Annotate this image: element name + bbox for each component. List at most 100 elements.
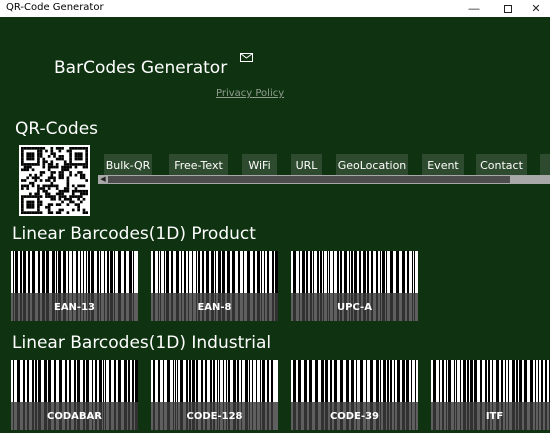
qr-module bbox=[26, 184, 30, 188]
qr-module bbox=[66, 165, 70, 169]
tab-url[interactable]: URL bbox=[291, 154, 322, 176]
qr-module bbox=[74, 157, 78, 161]
qr-module bbox=[63, 197, 67, 201]
window-title: QR-Code Generator bbox=[6, 2, 104, 13]
tab-geolocation[interactable]: GeoLocation bbox=[336, 154, 408, 176]
mail-icon[interactable] bbox=[240, 53, 253, 62]
product-section-title: Linear Barcodes(1D) Product bbox=[12, 224, 256, 244]
barcode-tile-ean-13[interactable]: EAN-13 bbox=[11, 251, 138, 321]
qr-module bbox=[47, 165, 51, 169]
qr-module bbox=[85, 189, 88, 193]
qr-module bbox=[79, 184, 83, 188]
qr-module bbox=[58, 195, 62, 198]
qr-module bbox=[47, 205, 51, 209]
qr-module bbox=[45, 192, 48, 196]
qr-module bbox=[74, 203, 78, 206]
barcode-tile-code-39[interactable]: CODE-39 bbox=[291, 360, 418, 430]
qr-module bbox=[26, 211, 30, 214]
qr-module bbox=[79, 192, 83, 196]
qr-module bbox=[85, 160, 88, 164]
minimize-button[interactable]: — bbox=[459, 0, 489, 17]
qr-module bbox=[42, 157, 46, 161]
qr-module bbox=[42, 189, 46, 193]
barcode-label-band: EAN-8 bbox=[151, 293, 278, 321]
maximize-button[interactable] bbox=[493, 0, 523, 17]
qr-module bbox=[50, 165, 54, 169]
barcode-label: EAN-13 bbox=[53, 301, 95, 313]
qr-module bbox=[66, 189, 70, 193]
close-button[interactable]: ✕ bbox=[521, 0, 550, 17]
barcode-label: ITF bbox=[485, 410, 504, 422]
privacy-policy-link[interactable]: Privacy Policy bbox=[216, 88, 284, 99]
qr-module bbox=[85, 149, 88, 153]
tab-free-text[interactable]: Free-Text bbox=[169, 154, 228, 176]
barcode-tile-code-128[interactable]: CODE-128 bbox=[151, 360, 278, 430]
qr-module bbox=[37, 200, 40, 204]
qr-module bbox=[79, 147, 83, 150]
qr-module bbox=[39, 203, 43, 206]
barcode-label: CODE-39 bbox=[329, 410, 380, 422]
qr-module bbox=[82, 173, 86, 177]
qr-module bbox=[37, 189, 40, 193]
qr-module bbox=[71, 184, 75, 188]
qr-module bbox=[69, 149, 72, 153]
qr-section-title: QR-Codes bbox=[15, 119, 99, 139]
qr-module bbox=[29, 181, 32, 185]
qr-module bbox=[47, 211, 51, 214]
qr-module bbox=[82, 211, 86, 214]
minimize-icon: — bbox=[468, 2, 480, 15]
scroll-left-icon[interactable]: ◀ bbox=[98, 175, 108, 184]
qr-module bbox=[55, 184, 59, 188]
qr-module bbox=[21, 184, 24, 188]
qr-module bbox=[31, 203, 35, 206]
qr-module bbox=[26, 152, 30, 156]
barcode-label-band: CODABAR bbox=[11, 402, 138, 430]
qr-code-thumbnail[interactable] bbox=[19, 145, 90, 216]
qr-module bbox=[61, 165, 64, 169]
tab-event[interactable]: Event bbox=[422, 154, 464, 176]
qr-module bbox=[79, 152, 83, 156]
qr-module bbox=[69, 200, 72, 204]
qr-module bbox=[58, 149, 62, 153]
qr-module bbox=[29, 211, 32, 214]
tab-overflow[interactable] bbox=[540, 154, 550, 176]
tabs-horizontal-scrollbar[interactable]: ◀ bbox=[98, 175, 550, 184]
qr-module bbox=[29, 163, 32, 166]
qr-module bbox=[69, 152, 72, 156]
qr-module bbox=[29, 173, 32, 177]
qr-module bbox=[31, 211, 35, 214]
qr-module bbox=[39, 200, 43, 204]
barcode-tile-codabar[interactable]: CODABAR bbox=[11, 360, 138, 430]
qr-module bbox=[77, 197, 80, 201]
qr-module bbox=[31, 195, 35, 198]
qr-module bbox=[66, 184, 70, 188]
qr-module bbox=[77, 152, 80, 156]
tab-contact[interactable]: Contact bbox=[476, 154, 527, 176]
qr-module bbox=[58, 171, 62, 174]
qr-module bbox=[53, 155, 56, 158]
qr-module bbox=[66, 179, 70, 182]
qr-module bbox=[21, 157, 24, 161]
qr-module bbox=[47, 179, 51, 182]
barcode-tile-itf[interactable]: ITF bbox=[431, 360, 550, 430]
barcode-tile-upc-a[interactable]: UPC-A bbox=[291, 251, 418, 321]
qr-module bbox=[45, 195, 48, 198]
barcode-tile-ean-8[interactable]: EAN-8 bbox=[151, 251, 278, 321]
scrollbar-thumb[interactable] bbox=[108, 176, 510, 183]
qr-module bbox=[69, 147, 72, 150]
qr-module bbox=[55, 203, 59, 206]
qr-module bbox=[58, 173, 62, 177]
tab-wifi[interactable]: WiFi bbox=[242, 154, 277, 176]
qr-module bbox=[53, 176, 56, 180]
maximize-icon bbox=[504, 4, 512, 13]
qr-module bbox=[74, 147, 78, 150]
tab-bulk-qr[interactable]: Bulk-QR bbox=[104, 154, 152, 176]
qr-module bbox=[69, 173, 72, 177]
barcode-label-band: CODE-128 bbox=[151, 402, 278, 430]
qr-module bbox=[69, 157, 72, 161]
qr-module bbox=[61, 157, 64, 161]
qr-module bbox=[47, 176, 51, 180]
qr-module bbox=[61, 155, 64, 158]
qr-module bbox=[71, 163, 75, 166]
qr-module bbox=[85, 163, 88, 166]
